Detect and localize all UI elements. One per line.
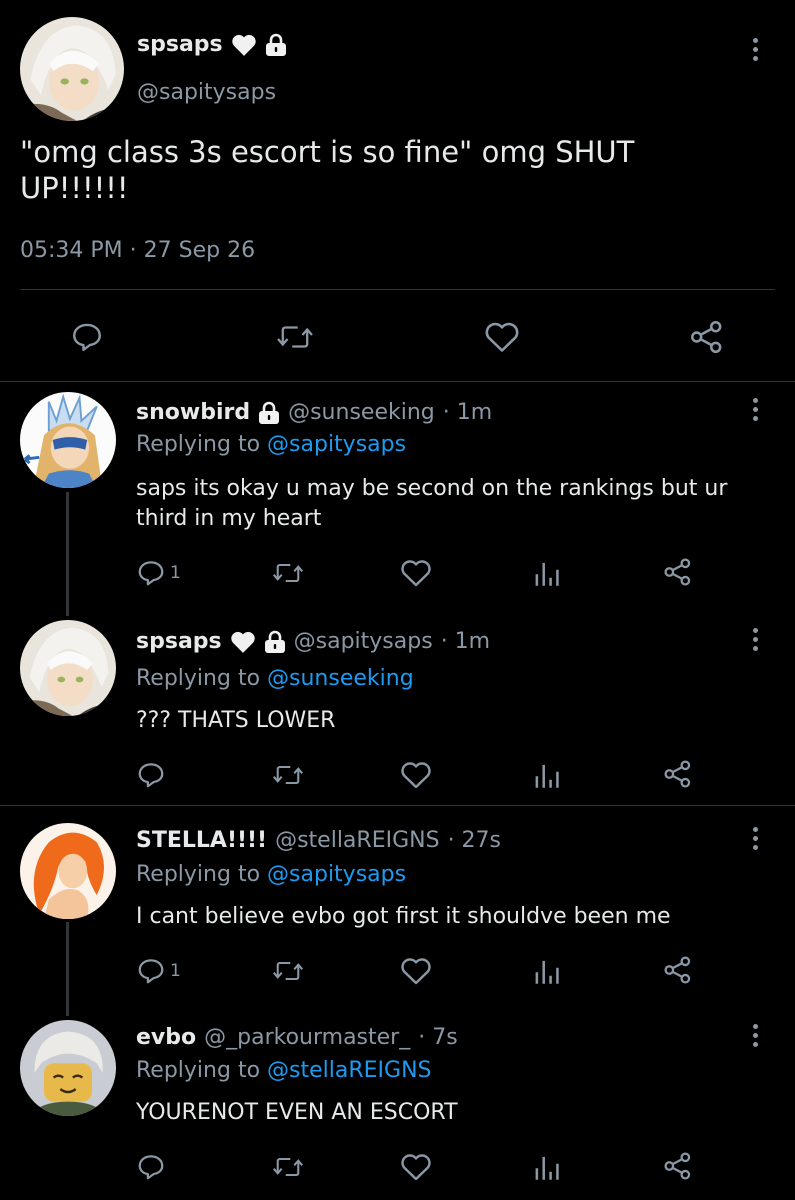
replying-to-link[interactable]: @stellaREIGNS bbox=[267, 1058, 431, 1083]
retweet-icon[interactable] bbox=[272, 760, 304, 790]
post-time: · 7s bbox=[418, 1025, 458, 1050]
retweet-icon[interactable] bbox=[276, 320, 314, 354]
handle[interactable]: @sunseeking bbox=[288, 398, 435, 428]
like-icon[interactable] bbox=[400, 558, 432, 588]
share-icon[interactable] bbox=[662, 556, 694, 588]
replying-to-link[interactable]: @sapitysaps bbox=[267, 432, 406, 457]
display-name[interactable]: STELLA!!!! bbox=[136, 826, 267, 856]
divider bbox=[20, 289, 775, 290]
analytics-icon[interactable] bbox=[532, 556, 560, 588]
divider bbox=[0, 805, 795, 806]
handle[interactable]: @sapitysaps bbox=[294, 627, 433, 657]
avatar[interactable] bbox=[20, 392, 116, 488]
more-options-icon[interactable] bbox=[750, 827, 760, 853]
thread-line bbox=[66, 922, 69, 1016]
like-icon[interactable] bbox=[400, 760, 432, 790]
reply-text: I cant believe evbo got first it shouldv… bbox=[136, 904, 671, 929]
post-time: · 27s bbox=[447, 828, 502, 853]
display-name[interactable]: evbo bbox=[136, 1023, 196, 1053]
heart-emoji-icon bbox=[230, 631, 255, 653]
display-name[interactable]: snowbird bbox=[136, 398, 250, 428]
reply-icon[interactable] bbox=[136, 760, 166, 790]
share-icon[interactable] bbox=[662, 954, 694, 986]
analytics-icon[interactable] bbox=[532, 954, 560, 986]
thread-line bbox=[66, 492, 69, 616]
replying-to-link[interactable]: @sapitysaps bbox=[267, 862, 406, 887]
reply-text: ??? THATS LOWER bbox=[136, 708, 336, 733]
share-icon[interactable] bbox=[662, 758, 694, 790]
post-time: · 1m bbox=[442, 400, 493, 425]
lock-icon bbox=[265, 33, 286, 56]
retweet-icon[interactable] bbox=[272, 956, 304, 986]
lock-icon bbox=[259, 401, 280, 424]
reply-icon[interactable] bbox=[136, 1152, 166, 1182]
more-options-icon[interactable] bbox=[750, 628, 760, 654]
reply-icon[interactable] bbox=[136, 558, 166, 588]
handle[interactable]: @sapitysaps bbox=[137, 78, 276, 108]
replying-label: Replying to bbox=[136, 666, 261, 691]
replying-to-link[interactable]: @sunseeking bbox=[267, 666, 414, 691]
display-name[interactable]: spsaps bbox=[136, 627, 222, 657]
replying-label: Replying to bbox=[136, 862, 261, 887]
reply-text: saps its okay u may be second on the ran… bbox=[136, 476, 728, 531]
avatar[interactable] bbox=[20, 1020, 116, 1116]
avatar[interactable] bbox=[20, 17, 124, 121]
more-options-icon[interactable] bbox=[750, 1024, 760, 1050]
share-icon[interactable] bbox=[688, 318, 726, 356]
timestamp: 05:34 PM · 27 Sep 26 bbox=[20, 238, 256, 263]
replying-label: Replying to bbox=[136, 1058, 261, 1083]
like-icon[interactable] bbox=[400, 1152, 432, 1182]
divider bbox=[0, 381, 795, 382]
reply-count: 1 bbox=[170, 961, 181, 981]
retweet-icon[interactable] bbox=[272, 1152, 304, 1182]
like-icon[interactable] bbox=[400, 956, 432, 986]
tweet-text: "omg class 3s escort is so fine" omg SHU… bbox=[20, 135, 635, 205]
post-time: · 1m bbox=[440, 629, 491, 654]
display-name[interactable]: spsaps bbox=[137, 30, 223, 60]
handle[interactable]: @stellaREIGNS bbox=[275, 826, 439, 856]
reply-icon[interactable] bbox=[136, 956, 166, 986]
replying-label: Replying to bbox=[136, 432, 261, 457]
avatar[interactable] bbox=[20, 620, 116, 716]
avatar[interactable] bbox=[20, 823, 116, 919]
lock-icon bbox=[264, 630, 285, 653]
handle[interactable]: @_parkourmaster_ bbox=[204, 1023, 410, 1053]
reply-text: YOURENOT EVEN AN ESCORT bbox=[136, 1100, 458, 1125]
more-options-icon[interactable] bbox=[750, 38, 760, 64]
analytics-icon[interactable] bbox=[532, 1150, 560, 1182]
reply-icon[interactable] bbox=[70, 320, 104, 354]
analytics-icon[interactable] bbox=[532, 758, 560, 790]
share-icon[interactable] bbox=[662, 1150, 694, 1182]
more-options-icon[interactable] bbox=[750, 398, 760, 424]
reply-count: 1 bbox=[170, 563, 181, 583]
retweet-icon[interactable] bbox=[272, 558, 304, 588]
like-icon[interactable] bbox=[484, 320, 520, 354]
heart-emoji-icon bbox=[231, 34, 256, 56]
